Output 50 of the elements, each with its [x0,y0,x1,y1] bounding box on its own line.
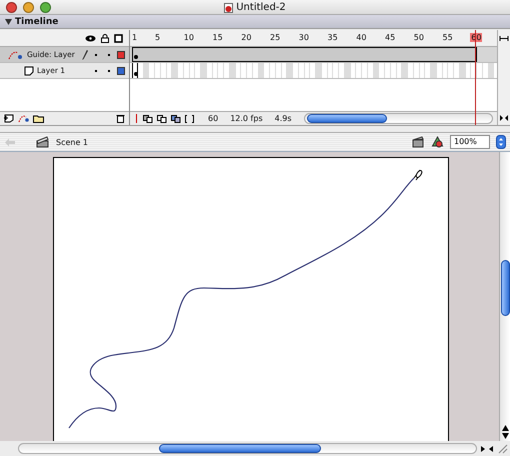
layer-icon [24,66,34,76]
scroll-thumb[interactable] [159,444,321,453]
scroll-up-icon[interactable] [502,425,508,433]
lock-icon [101,34,109,42]
pencil-icon [82,50,88,60]
outline-icon [114,34,123,42]
frame-number: 50 [412,33,425,42]
frame-rate: 12.0 fps [230,114,263,123]
current-frame: 60 [208,114,218,123]
center-frame-icon[interactable] [134,114,139,123]
minimize-button[interactable] [23,2,34,12]
frame-number: 20 [240,33,252,42]
frame-number: 15 [212,33,224,42]
scroll-thumb[interactable] [500,260,510,316]
frame-number: 1 [131,33,138,42]
edit-symbols-icon[interactable] [431,136,444,148]
scene-name: Scene 1 [56,138,90,146]
guide-layer-icon [8,50,24,60]
eye-icon [85,34,96,42]
resize-grip-icon [497,443,508,454]
frame-number: 30 [298,33,310,42]
zoom-field[interactable]: 100% [450,135,490,149]
frame-number: 5 [154,33,162,42]
frame-number: 40 [355,33,368,42]
panel-title: Timeline [15,16,58,26]
scroll-thumb[interactable] [306,114,386,123]
zoom-dropdown-icon[interactable] [496,135,506,149]
scroll-down-icon[interactable] [502,433,508,441]
add-folder-icon[interactable] [33,114,44,123]
edit-frames-icon[interactable] [171,114,181,122]
onion-markers-icon[interactable] [185,114,194,122]
onion-skin-icon[interactable] [143,114,153,122]
edit-scene-icon[interactable] [412,136,425,148]
frame-number: 10 [182,33,195,42]
frame-number: 35 [326,33,339,42]
frame-number: 55 [442,33,454,42]
frame-number: 45 [384,33,396,42]
add-guide-icon[interactable] [18,114,29,123]
timeline-panel-header[interactable]: Timeline [0,15,510,29]
document-icon [224,2,234,12]
close-button[interactable] [6,2,17,12]
add-layer-icon[interactable] [4,114,14,123]
trash-icon[interactable] [116,114,125,123]
scene-icon [36,136,50,148]
onion-outline-icon[interactable] [157,114,167,122]
scroll-left-right-icon[interactable] [479,444,495,452]
window-title: Untitled-2 [236,2,286,13]
frame-number: 25 [269,33,282,42]
elapsed-time: 4.9s [274,114,292,123]
zoom-button[interactable] [40,2,51,12]
